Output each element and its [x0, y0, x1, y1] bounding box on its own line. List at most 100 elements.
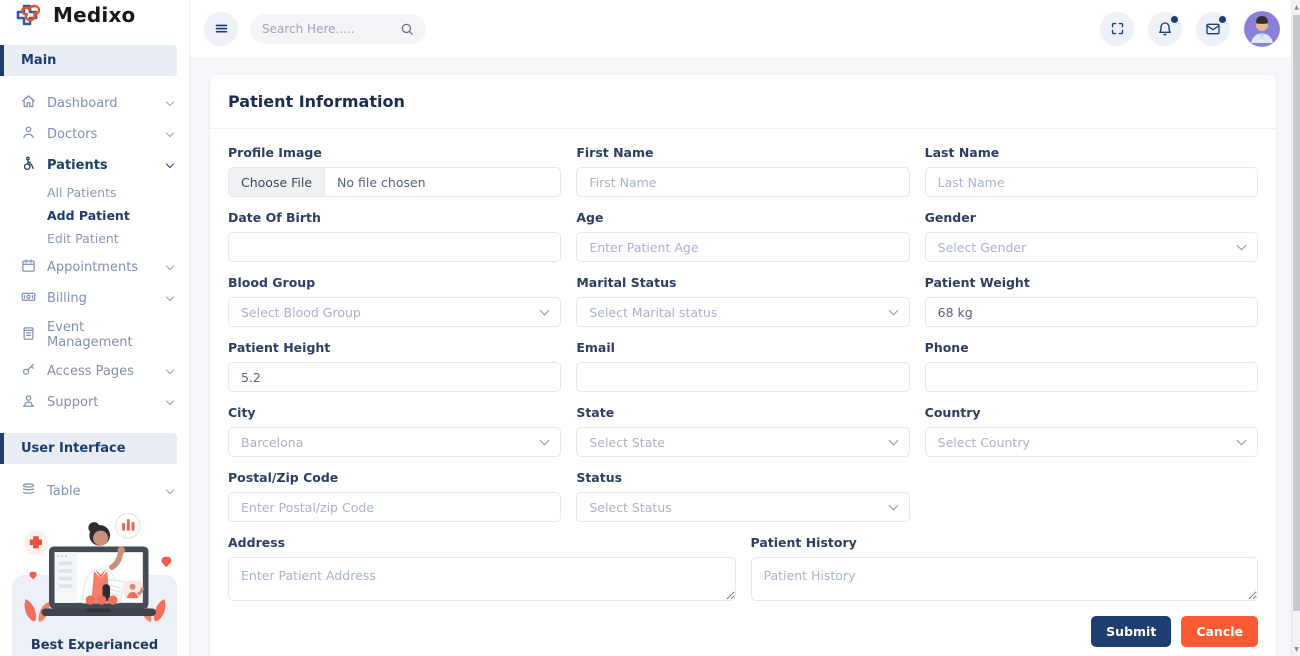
sidebar-item-label: Dashboard	[47, 96, 118, 111]
first-name-input[interactable]	[576, 167, 910, 197]
doctor-illustration	[23, 513, 171, 622]
field-profile-image: Profile Image Choose File No file chosen	[228, 145, 562, 197]
chevron-down-icon	[888, 435, 899, 445]
chevron-down-icon	[165, 128, 175, 138]
sidebar-subitem-add-patient[interactable]: Add Patient	[0, 204, 189, 227]
field-blood-group: Blood Group Select Blood Group	[228, 275, 562, 327]
scroll-up-arrow[interactable]: ▲	[1292, 0, 1300, 14]
field-postal-code: Postal/Zip Code	[228, 470, 562, 522]
chevron-down-icon	[888, 500, 899, 510]
scrollbar-thumb[interactable]	[1293, 15, 1300, 611]
field-label: Patient Height	[228, 340, 331, 355]
sidebar-item-label: Table	[47, 484, 81, 499]
chevron-down-icon	[165, 292, 175, 302]
sidebar-subitem-all-patients[interactable]: All Patients	[0, 181, 189, 204]
email-input[interactable]	[576, 362, 910, 392]
chevron-down-icon	[539, 305, 550, 315]
patient-weight-input[interactable]	[924, 297, 1258, 327]
sidebar-subitem-edit-patient[interactable]: Edit Patient	[0, 227, 189, 250]
sidebar-item-dashboard[interactable]: Dashboard	[0, 88, 189, 119]
sidebar-item-support[interactable]: Support	[0, 387, 189, 418]
field-label: Blood Group	[228, 275, 316, 290]
profile-image-file-input[interactable]: Choose File No file chosen	[228, 167, 562, 197]
sidebar-item-label: Patients	[47, 158, 108, 173]
gender-select[interactable]: Select Gender	[924, 232, 1258, 262]
cancel-button[interactable]: Cancle	[1181, 616, 1258, 647]
status-select[interactable]: Select Status	[576, 492, 910, 522]
field-label: City	[228, 405, 256, 420]
sidebar-item-doctors[interactable]: Doctors	[0, 119, 189, 150]
messages-button[interactable]	[1196, 11, 1230, 46]
cash-icon	[21, 289, 36, 308]
sidebar-item-label: Access Pages	[47, 364, 134, 379]
page-scrollbar[interactable]: ▲ ▼	[1291, 0, 1300, 656]
submit-button[interactable]: Submit	[1091, 616, 1172, 647]
field-label: Patient Weight	[924, 275, 1030, 290]
field-gender: Gender Select Gender	[924, 210, 1258, 262]
select-value: Select Blood Group	[241, 304, 361, 320]
country-select[interactable]: Select Country	[924, 427, 1258, 457]
chevron-down-icon	[888, 305, 899, 315]
field-age: Age	[576, 210, 910, 262]
brand-name: Medixo	[53, 3, 136, 27]
calendar-icon	[21, 258, 36, 277]
layers-icon	[21, 482, 36, 501]
field-patient-height: Patient Height	[228, 340, 562, 392]
field-city: City Barcelona	[228, 405, 562, 457]
fullscreen-button[interactable]	[1100, 11, 1134, 46]
sidebar-item-access-pages[interactable]: Access Pages	[0, 356, 189, 387]
postal-code-input[interactable]	[228, 492, 562, 522]
field-label: Email	[576, 340, 615, 355]
blood-group-select[interactable]: Select Blood Group	[228, 297, 562, 327]
scroll-down-arrow[interactable]: ▼	[1292, 642, 1300, 656]
chevron-down-icon	[165, 159, 175, 169]
field-label: Patient History	[750, 535, 857, 550]
age-input[interactable]	[576, 232, 910, 262]
brand-logo[interactable]: Medixo	[0, 0, 189, 30]
search-bar[interactable]	[250, 13, 426, 44]
field-country: Country Select Country	[924, 405, 1258, 457]
last-name-input[interactable]	[924, 167, 1258, 197]
user-avatar[interactable]	[1244, 10, 1280, 47]
field-last-name: Last Name	[924, 145, 1258, 197]
topbar	[190, 0, 1300, 57]
state-select[interactable]: Select State	[576, 427, 910, 457]
field-label: Marital Status	[576, 275, 677, 290]
field-marital-status: Marital Status Select Marital status	[576, 275, 910, 327]
field-first-name: First Name	[576, 145, 910, 197]
sidebar-item-patients[interactable]: Patients	[0, 150, 189, 181]
card-header: Patient Information	[210, 75, 1276, 129]
address-textarea[interactable]	[228, 557, 736, 601]
avatar-image	[1244, 10, 1280, 47]
doctor-icon	[21, 125, 36, 144]
sidebar-item-appointments[interactable]: Appointments	[0, 252, 189, 283]
choose-file-button[interactable]: Choose File	[229, 168, 326, 196]
card-body: Profile Image Choose File No file chosen…	[210, 129, 1276, 656]
city-select[interactable]: Barcelona	[228, 427, 562, 457]
phone-input[interactable]	[924, 362, 1258, 392]
chevron-down-icon	[165, 365, 175, 375]
notifications-button[interactable]	[1148, 11, 1182, 46]
field-label: Status	[576, 470, 623, 485]
sidebar-item-event-management[interactable]: Event Management	[0, 314, 189, 356]
field-label: Last Name	[924, 145, 1000, 160]
sidebar-item-billing[interactable]: Billing	[0, 283, 189, 314]
date-of-birth-input[interactable]	[228, 232, 562, 262]
sidebar-item-table[interactable]: Table	[0, 476, 189, 507]
patient-height-input[interactable]	[228, 362, 562, 392]
select-value: Barcelona	[241, 434, 304, 450]
support-icon	[21, 393, 36, 412]
sidebar: Medixo Main Dashboard Doctors Patients A…	[0, 0, 190, 656]
field-patient-history: Patient History	[750, 535, 1258, 601]
chevron-down-icon	[165, 97, 175, 107]
chevron-down-icon	[1236, 240, 1247, 250]
marital-status-select[interactable]: Select Marital status	[576, 297, 910, 327]
search-icon[interactable]	[400, 22, 414, 36]
sidebar-item-label: Billing	[47, 291, 87, 306]
patient-history-textarea[interactable]	[750, 557, 1258, 601]
select-value: Select Status	[589, 499, 672, 515]
hamburger-menu-button[interactable]	[204, 11, 238, 46]
search-input[interactable]	[262, 21, 392, 36]
field-label: Phone	[924, 340, 969, 355]
form-actions: Submit Cancle	[228, 616, 1258, 647]
